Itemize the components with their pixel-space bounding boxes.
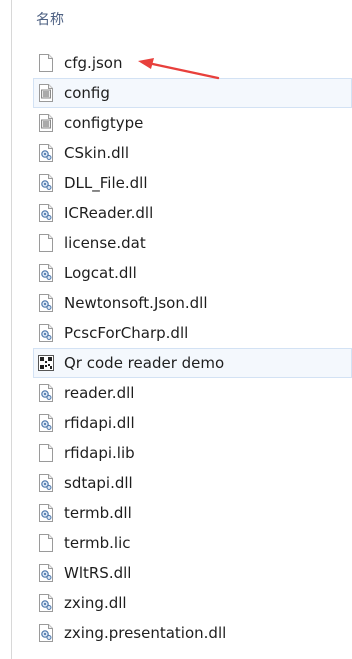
- dll-file-icon: [38, 144, 54, 162]
- file-name: PcscForCharp.dll: [64, 324, 189, 342]
- file-name: Qr code reader demo: [64, 354, 225, 372]
- file-row[interactable]: WltRS.dll: [33, 558, 352, 588]
- dll-file-icon: [38, 594, 54, 612]
- file-name: rfidapi.lib: [64, 444, 135, 462]
- file-row[interactable]: rfidapi.lib: [33, 438, 352, 468]
- file-name: termb.lic: [64, 534, 131, 552]
- file-name: cfg.json: [64, 54, 123, 72]
- file-row[interactable]: PcscForCharp.dll: [33, 318, 352, 348]
- file-row[interactable]: reader.dll: [33, 378, 352, 408]
- file-name: Logcat.dll: [64, 264, 137, 282]
- qr-app-icon: [38, 354, 54, 372]
- file-name: Newtonsoft.Json.dll: [64, 294, 208, 312]
- file-row[interactable]: rfidapi.dll: [33, 408, 352, 438]
- file-name: WltRS.dll: [64, 564, 132, 582]
- name-column-header[interactable]: 名称: [36, 9, 64, 29]
- file-name: reader.dll: [64, 384, 135, 402]
- dll-file-icon: [38, 384, 54, 402]
- file-row[interactable]: zxing.dll: [33, 588, 352, 618]
- file-name: CSkin.dll: [64, 144, 129, 162]
- file-name: ICReader.dll: [64, 204, 154, 222]
- file-name: rfidapi.dll: [64, 414, 135, 432]
- file-name: DLL_File.dll: [64, 174, 148, 192]
- blank-file-icon: [38, 54, 54, 72]
- file-row[interactable]: Logcat.dll: [33, 258, 352, 288]
- file-row[interactable]: termb.dll: [33, 498, 352, 528]
- file-row[interactable]: Newtonsoft.Json.dll: [33, 288, 352, 318]
- dll-file-icon: [38, 414, 54, 432]
- dll-file-icon: [38, 324, 54, 342]
- file-row[interactable]: license.dat: [33, 228, 352, 258]
- dll-file-icon: [38, 624, 54, 642]
- file-row[interactable]: cfg.json: [33, 48, 352, 78]
- file-row[interactable]: config: [33, 78, 352, 108]
- blank-file-icon: [38, 234, 54, 252]
- file-name: config: [64, 84, 110, 102]
- dll-file-icon: [38, 174, 54, 192]
- dll-file-icon: [38, 474, 54, 492]
- file-name: zxing.presentation.dll: [64, 624, 227, 642]
- file-name: zxing.dll: [64, 594, 127, 612]
- file-row[interactable]: ICReader.dll: [33, 198, 352, 228]
- dll-file-icon: [38, 294, 54, 312]
- blank-file-icon: [38, 534, 54, 552]
- pane-left-border: [11, 0, 12, 659]
- settings-file-icon: [38, 114, 54, 132]
- file-name: sdtapi.dll: [64, 474, 133, 492]
- file-row[interactable]: Qr code reader demo: [33, 348, 352, 378]
- file-row[interactable]: configtype: [33, 108, 352, 138]
- blank-file-icon: [38, 444, 54, 462]
- file-row[interactable]: zxing.presentation.dll: [33, 618, 352, 648]
- file-name: configtype: [64, 114, 144, 132]
- file-list: cfg.json config configtype CSkin.dll DLL_Fil…: [33, 48, 352, 648]
- file-row[interactable]: DLL_File.dll: [33, 168, 352, 198]
- file-row[interactable]: termb.lic: [33, 528, 352, 558]
- dll-file-icon: [38, 564, 54, 582]
- dll-file-icon: [38, 504, 54, 522]
- settings-file-icon: [38, 84, 54, 102]
- dll-file-icon: [38, 204, 54, 222]
- file-name: termb.dll: [64, 504, 132, 522]
- file-row[interactable]: CSkin.dll: [33, 138, 352, 168]
- file-row[interactable]: sdtapi.dll: [33, 468, 352, 498]
- dll-file-icon: [38, 264, 54, 282]
- file-name: license.dat: [64, 234, 146, 252]
